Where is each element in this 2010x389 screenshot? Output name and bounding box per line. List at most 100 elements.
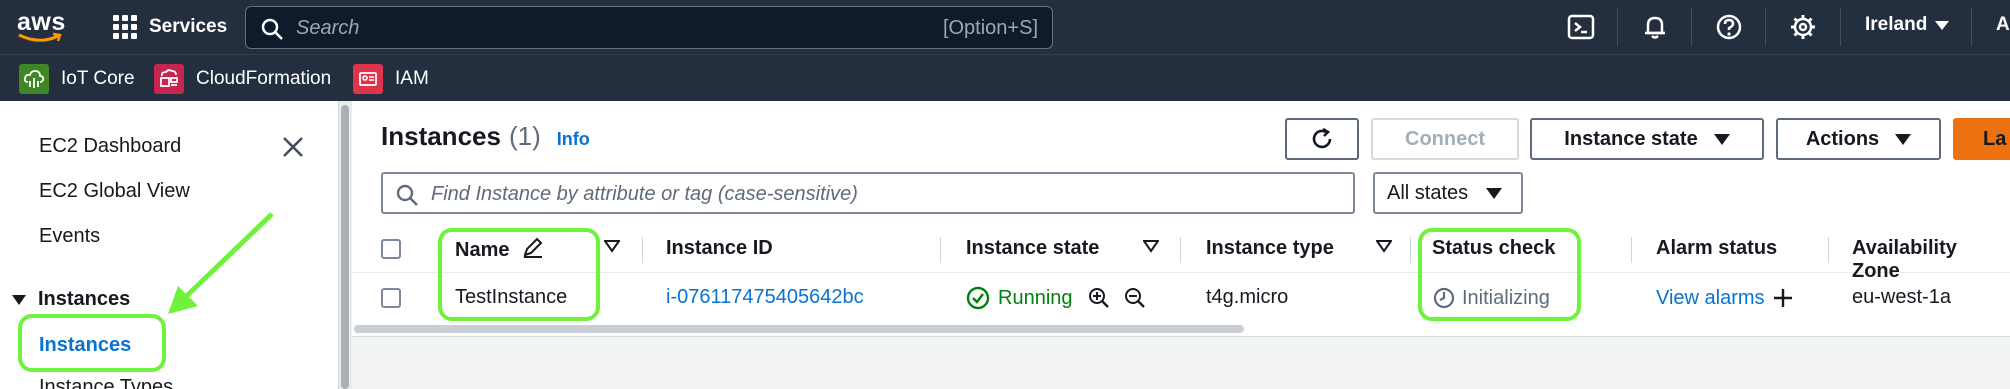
- page-title: Instances (1) Info: [381, 121, 590, 152]
- caret-down-icon: [1486, 187, 1503, 199]
- highlight-name-column: [438, 228, 600, 321]
- nav-divider: [1617, 8, 1618, 46]
- search-icon: [396, 184, 418, 206]
- help-icon[interactable]: [1714, 12, 1744, 42]
- table-row[interactable]: TestInstance i-076117475405642bc Running: [352, 273, 2010, 323]
- actions-label: Actions: [1805, 127, 1880, 150]
- check-circle-icon: [966, 286, 990, 310]
- sort-icon[interactable]: [603, 239, 621, 253]
- zoom-out-icon[interactable]: [1123, 286, 1147, 310]
- column-divider: [1180, 237, 1181, 263]
- info-link[interactable]: Info: [557, 129, 590, 150]
- refresh-icon: [1312, 127, 1332, 149]
- highlight-status-check-column: [1418, 228, 1581, 321]
- scrollbar-thumb[interactable]: [354, 325, 1244, 333]
- scrollbar-thumb[interactable]: [341, 105, 349, 389]
- sidebar-item-ec2-dashboard[interactable]: EC2 Dashboard: [39, 135, 181, 158]
- launch-instances-button[interactable]: La: [1953, 118, 2010, 160]
- launch-label: La: [1983, 127, 2007, 150]
- aws-logo[interactable]: aws: [17, 8, 65, 46]
- cell-alarm-status: View alarms: [1656, 286, 1795, 310]
- favorites-bar: IoT Core CloudFormation IAM: [0, 54, 2010, 101]
- row-checkbox[interactable]: [381, 288, 401, 308]
- sidebar-section-label: Instances: [38, 288, 131, 310]
- sidebar-section-instances[interactable]: Instances: [12, 288, 130, 311]
- states-filter-value: All states: [1387, 181, 1469, 204]
- select-all-checkbox[interactable]: [381, 239, 401, 259]
- favorite-label: IAM: [395, 68, 429, 89]
- cell-instance-id-link[interactable]: i-076117475405642bc: [666, 286, 864, 309]
- settings-gear-icon[interactable]: [1788, 12, 1818, 42]
- column-header-instance-state[interactable]: Instance state: [966, 237, 1099, 260]
- sort-icon[interactable]: [1375, 239, 1393, 253]
- favorite-cloudformation[interactable]: CloudFormation: [154, 64, 331, 94]
- view-alarms-link[interactable]: View alarms: [1656, 287, 1765, 310]
- account-menu[interactable]: A: [1996, 14, 2010, 36]
- column-header-instance-type[interactable]: Instance type: [1206, 237, 1334, 260]
- sidebar-item-ec2-global-view[interactable]: EC2 Global View: [39, 180, 190, 203]
- column-divider: [1631, 237, 1632, 263]
- instance-state-text: Running: [998, 286, 1073, 309]
- refresh-button[interactable]: [1285, 118, 1359, 160]
- favorite-label: IoT Core: [61, 68, 135, 89]
- sort-icon[interactable]: [1142, 239, 1160, 253]
- search-placeholder: Search: [296, 17, 360, 39]
- instance-state-button[interactable]: Instance state: [1530, 118, 1764, 160]
- sidebar-item-instance-types[interactable]: Instance Types: [39, 376, 173, 389]
- nav-divider: [1765, 8, 1766, 46]
- region-label: Ireland: [1865, 14, 1928, 35]
- close-icon[interactable]: [280, 134, 306, 160]
- search-shortcut: [Option+S]: [942, 17, 1038, 39]
- column-divider: [940, 237, 941, 263]
- cell-availability-zone: eu-west-1a: [1852, 286, 1951, 308]
- instance-count: (1): [508, 121, 541, 151]
- caret-down-icon: [1935, 20, 1950, 30]
- column-header-alarm-status[interactable]: Alarm status: [1656, 237, 1777, 260]
- grid-icon: [113, 15, 137, 39]
- instance-state-label: Instance state: [1564, 127, 1698, 150]
- instance-filter-input[interactable]: Find Instance by attribute or tag (case-…: [381, 172, 1355, 214]
- top-navigation: aws Services Search [Option+S] Ireland A: [0, 0, 2010, 54]
- services-menu-button[interactable]: Services: [113, 11, 227, 43]
- cloudformation-icon: [154, 64, 184, 94]
- sidebar-scrollbar[interactable]: [338, 101, 352, 389]
- connect-button[interactable]: Connect: [1371, 118, 1519, 160]
- column-header-instance-id[interactable]: Instance ID: [666, 237, 773, 260]
- search-input[interactable]: Search [Option+S]: [245, 6, 1053, 49]
- table-header: Name Instance ID Instance state Instance…: [352, 225, 2010, 282]
- nav-divider: [1971, 8, 1972, 46]
- cloudshell-icon[interactable]: [1566, 12, 1596, 42]
- highlight-sidebar-instances: [18, 314, 166, 372]
- caret-down-icon: [12, 294, 26, 305]
- connect-label: Connect: [1405, 127, 1485, 150]
- main-content: Instances (1) Info Connect Instance stat…: [352, 101, 2010, 389]
- annotation-arrow-icon: [168, 212, 274, 314]
- search-icon: [261, 18, 283, 40]
- nav-divider: [1691, 8, 1692, 46]
- region-selector[interactable]: Ireland: [1865, 14, 1950, 36]
- nav-divider: [1840, 8, 1841, 46]
- services-label: Services: [149, 16, 228, 37]
- column-divider: [642, 237, 643, 263]
- caret-down-icon: [1895, 133, 1912, 145]
- column-divider: [1828, 237, 1829, 263]
- cell-instance-type: t4g.micro: [1206, 286, 1289, 308]
- aws-smile-icon: [18, 32, 62, 42]
- column-divider: [1410, 237, 1411, 263]
- favorite-iam[interactable]: IAM: [353, 64, 429, 94]
- actions-button[interactable]: Actions: [1776, 118, 1941, 160]
- filter-placeholder: Find Instance by attribute or tag (case-…: [431, 183, 858, 205]
- favorite-iot-core[interactable]: IoT Core: [19, 64, 135, 94]
- cell-instance-state: Running: [966, 286, 1147, 310]
- states-filter-select[interactable]: All states: [1373, 172, 1523, 214]
- favorite-label: CloudFormation: [196, 68, 332, 89]
- page-title-text: Instances: [381, 121, 501, 151]
- table-horizontal-scrollbar[interactable]: [352, 323, 2010, 335]
- caret-down-icon: [1713, 133, 1730, 145]
- iot-core-icon: [19, 64, 49, 94]
- sidebar-item-events[interactable]: Events: [39, 225, 100, 248]
- add-alarm-plus-icon[interactable]: [1771, 286, 1795, 310]
- notifications-bell-icon[interactable]: [1640, 12, 1670, 42]
- zoom-in-icon[interactable]: [1087, 286, 1111, 310]
- iam-icon: [353, 64, 383, 94]
